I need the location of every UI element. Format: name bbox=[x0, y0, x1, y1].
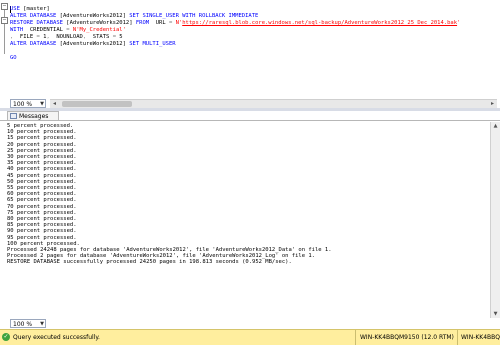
tab-messages[interactable]: Messages bbox=[7, 111, 59, 120]
code-token: NOUNLOAD bbox=[49, 34, 83, 40]
code-line: , FILE = 1, NOUNLOAD, STATS = 5 bbox=[10, 34, 123, 41]
check-icon: ✓ bbox=[2, 333, 10, 341]
scroll-left-icon[interactable]: ◂ bbox=[50, 100, 59, 108]
code-token: ' bbox=[457, 20, 461, 26]
tab-divider bbox=[0, 120, 500, 121]
code-token: N' bbox=[172, 20, 183, 26]
code-token: [AdventureWorks2012] bbox=[56, 41, 130, 47]
code-token: URL bbox=[149, 20, 169, 26]
code-token: N'My_Credential' bbox=[69, 27, 126, 33]
horizontal-scrollbar[interactable]: ◂ ▸ bbox=[50, 99, 497, 108]
collapse-toggle-restore[interactable]: − bbox=[1, 17, 8, 24]
scroll-right-icon[interactable]: ▸ bbox=[488, 100, 497, 108]
code-token: WITH bbox=[10, 27, 24, 33]
collapse-toggle-use[interactable]: − bbox=[1, 3, 8, 10]
chevron-down-icon: ▼ bbox=[40, 321, 44, 327]
code-line: RESTORE DATABASE [AdventureWorks2012] FR… bbox=[10, 20, 460, 27]
messages-icon bbox=[10, 113, 17, 119]
code-line: GO bbox=[10, 55, 17, 62]
code-line: ALTER DATABASE [AdventureWorks2012] SET … bbox=[10, 41, 176, 48]
code-line: WITH CREDENTIAL = N'My_Credential' bbox=[10, 27, 126, 34]
code-token: RESTORE DATABASE bbox=[10, 20, 63, 26]
code-token: CREDENTIAL bbox=[23, 27, 67, 33]
messages-pane[interactable]: 5 percent processed. 10 percent processed… bbox=[0, 122, 490, 318]
scroll-up-icon[interactable]: ▲ bbox=[491, 122, 500, 130]
scroll-thumb[interactable] bbox=[62, 101, 132, 107]
code-token: [AdventureWorks2012] bbox=[62, 20, 136, 26]
pane-splitter[interactable] bbox=[0, 108, 500, 111]
server-name: WIN-KK4BBQM9 bbox=[457, 330, 500, 345]
code-token: SET SINGLE_USER WITH ROLLBACK IMMEDIATE bbox=[129, 13, 259, 19]
query-editor[interactable]: − − USE [master] ALTER DATABASE [Adventur… bbox=[0, 0, 500, 98]
scroll-down-icon[interactable]: ▼ bbox=[491, 310, 500, 318]
code-token[interactable]: https://raresql.blob.core.windows.net/sq… bbox=[182, 20, 457, 26]
message-line: RESTORE DATABASE successfully processed … bbox=[7, 259, 292, 266]
code-token: SET MULTI_USER bbox=[129, 41, 176, 47]
code-token: USE bbox=[10, 6, 20, 12]
code-token: GO bbox=[10, 55, 17, 61]
zoom-select-results[interactable]: 100 % ▼ bbox=[10, 319, 46, 328]
code-token: 5 bbox=[116, 34, 123, 40]
code-token: FROM bbox=[135, 20, 150, 26]
code-token: ALTER DATABASE bbox=[10, 13, 57, 19]
tab-messages-label: Messages bbox=[19, 113, 49, 120]
zoom-value: 100 % bbox=[13, 321, 33, 328]
code-line: USE [master] bbox=[10, 6, 50, 13]
server-info: WIN-KK4BBQM9150 (12.0 RTM) bbox=[355, 330, 454, 345]
vertical-scrollbar[interactable]: ▲ ▼ bbox=[490, 122, 500, 318]
status-bar: ✓ Query executed successfully. WIN-KK4BB… bbox=[0, 329, 500, 345]
zoom-select-editor[interactable]: 100 % ▼ bbox=[10, 99, 46, 108]
status-text: Query executed successfully. bbox=[13, 334, 100, 341]
code-line: ALTER DATABASE [AdventureWorks2012] SET … bbox=[10, 13, 258, 20]
code-token: ALTER DATABASE bbox=[10, 41, 57, 47]
code-token: [AdventureWorks2012] bbox=[56, 13, 130, 19]
code-token: FILE bbox=[13, 34, 37, 40]
code-token: [master] bbox=[19, 6, 50, 12]
code-token: STATS bbox=[86, 34, 113, 40]
zoom-value: 100 % bbox=[13, 101, 33, 108]
